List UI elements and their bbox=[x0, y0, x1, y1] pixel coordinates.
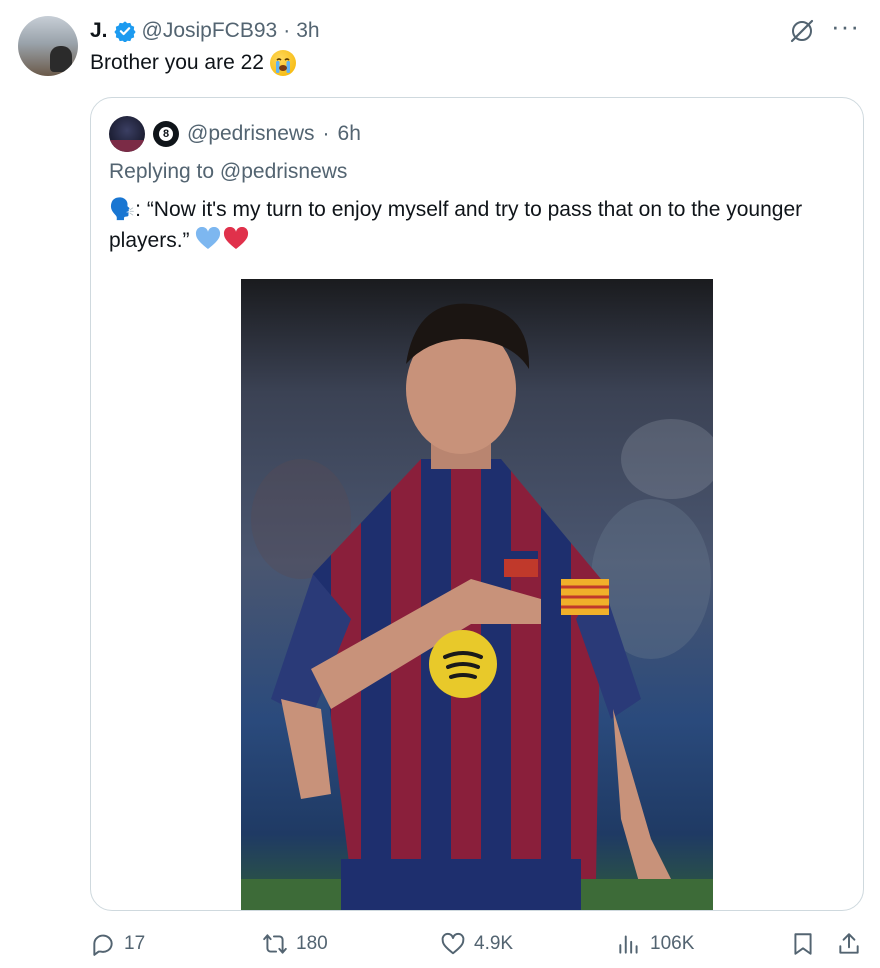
like-button[interactable]: 4.9K bbox=[440, 926, 513, 962]
tweet-text-content: Brother you are 22 bbox=[90, 51, 264, 74]
quote-header: 8 @pedrisnews · 6h bbox=[109, 116, 361, 152]
reply-count: 17 bbox=[124, 933, 146, 954]
author-avatar[interactable] bbox=[18, 16, 78, 76]
reply-icon bbox=[93, 934, 113, 956]
views-count: 106K bbox=[650, 933, 695, 954]
author-handle[interactable]: @JosipFCB93 bbox=[142, 19, 278, 43]
bookmark-icon bbox=[794, 933, 812, 955]
tweet-text: Brother you are 22 bbox=[90, 50, 296, 76]
share-icon bbox=[839, 933, 859, 954]
verified-icon bbox=[113, 21, 136, 42]
top-right-actions: ··· bbox=[787, 13, 860, 46]
quote-avatar[interactable] bbox=[109, 116, 145, 152]
quote-time[interactable]: 6h bbox=[338, 122, 361, 146]
grok-icon[interactable] bbox=[787, 16, 817, 46]
replying-to[interactable]: Replying to @pedrisnews bbox=[109, 160, 347, 184]
tweet-header: J. @JosipFCB93 · 3h bbox=[90, 19, 320, 43]
billiard-ball-badge-icon: 8 bbox=[153, 121, 179, 147]
share-button[interactable] bbox=[836, 926, 862, 962]
views-button[interactable]: 106K bbox=[616, 926, 694, 962]
quoted-tweet[interactable]: 8 @pedrisnews · 6h Replying to @pedrisne… bbox=[90, 97, 864, 911]
reply-button[interactable]: 17 bbox=[90, 926, 145, 962]
more-icon[interactable]: ··· bbox=[831, 13, 860, 39]
repost-button[interactable]: 180 bbox=[262, 926, 328, 962]
tweet-photo[interactable] bbox=[241, 279, 713, 910]
hearts-emoji bbox=[195, 227, 249, 251]
action-bar: 17 180 4.9K 106K bbox=[0, 926, 880, 962]
quote-handle[interactable]: @pedrisnews bbox=[187, 122, 315, 146]
repost-icon bbox=[263, 934, 287, 954]
post-time[interactable]: 3h bbox=[296, 19, 319, 43]
like-count: 4.9K bbox=[474, 933, 514, 954]
quote-text: 🗣️: “Now it's my turn to enjoy myself an… bbox=[109, 194, 829, 256]
views-icon bbox=[619, 935, 638, 954]
blue-heart-icon bbox=[196, 227, 221, 249]
repost-count: 180 bbox=[296, 933, 328, 954]
red-heart-icon bbox=[224, 227, 249, 249]
bookmark-button[interactable] bbox=[790, 926, 816, 962]
loudly-crying-emoji-icon bbox=[269, 50, 296, 76]
like-icon bbox=[441, 932, 465, 955]
author-name[interactable]: J. bbox=[90, 19, 108, 43]
